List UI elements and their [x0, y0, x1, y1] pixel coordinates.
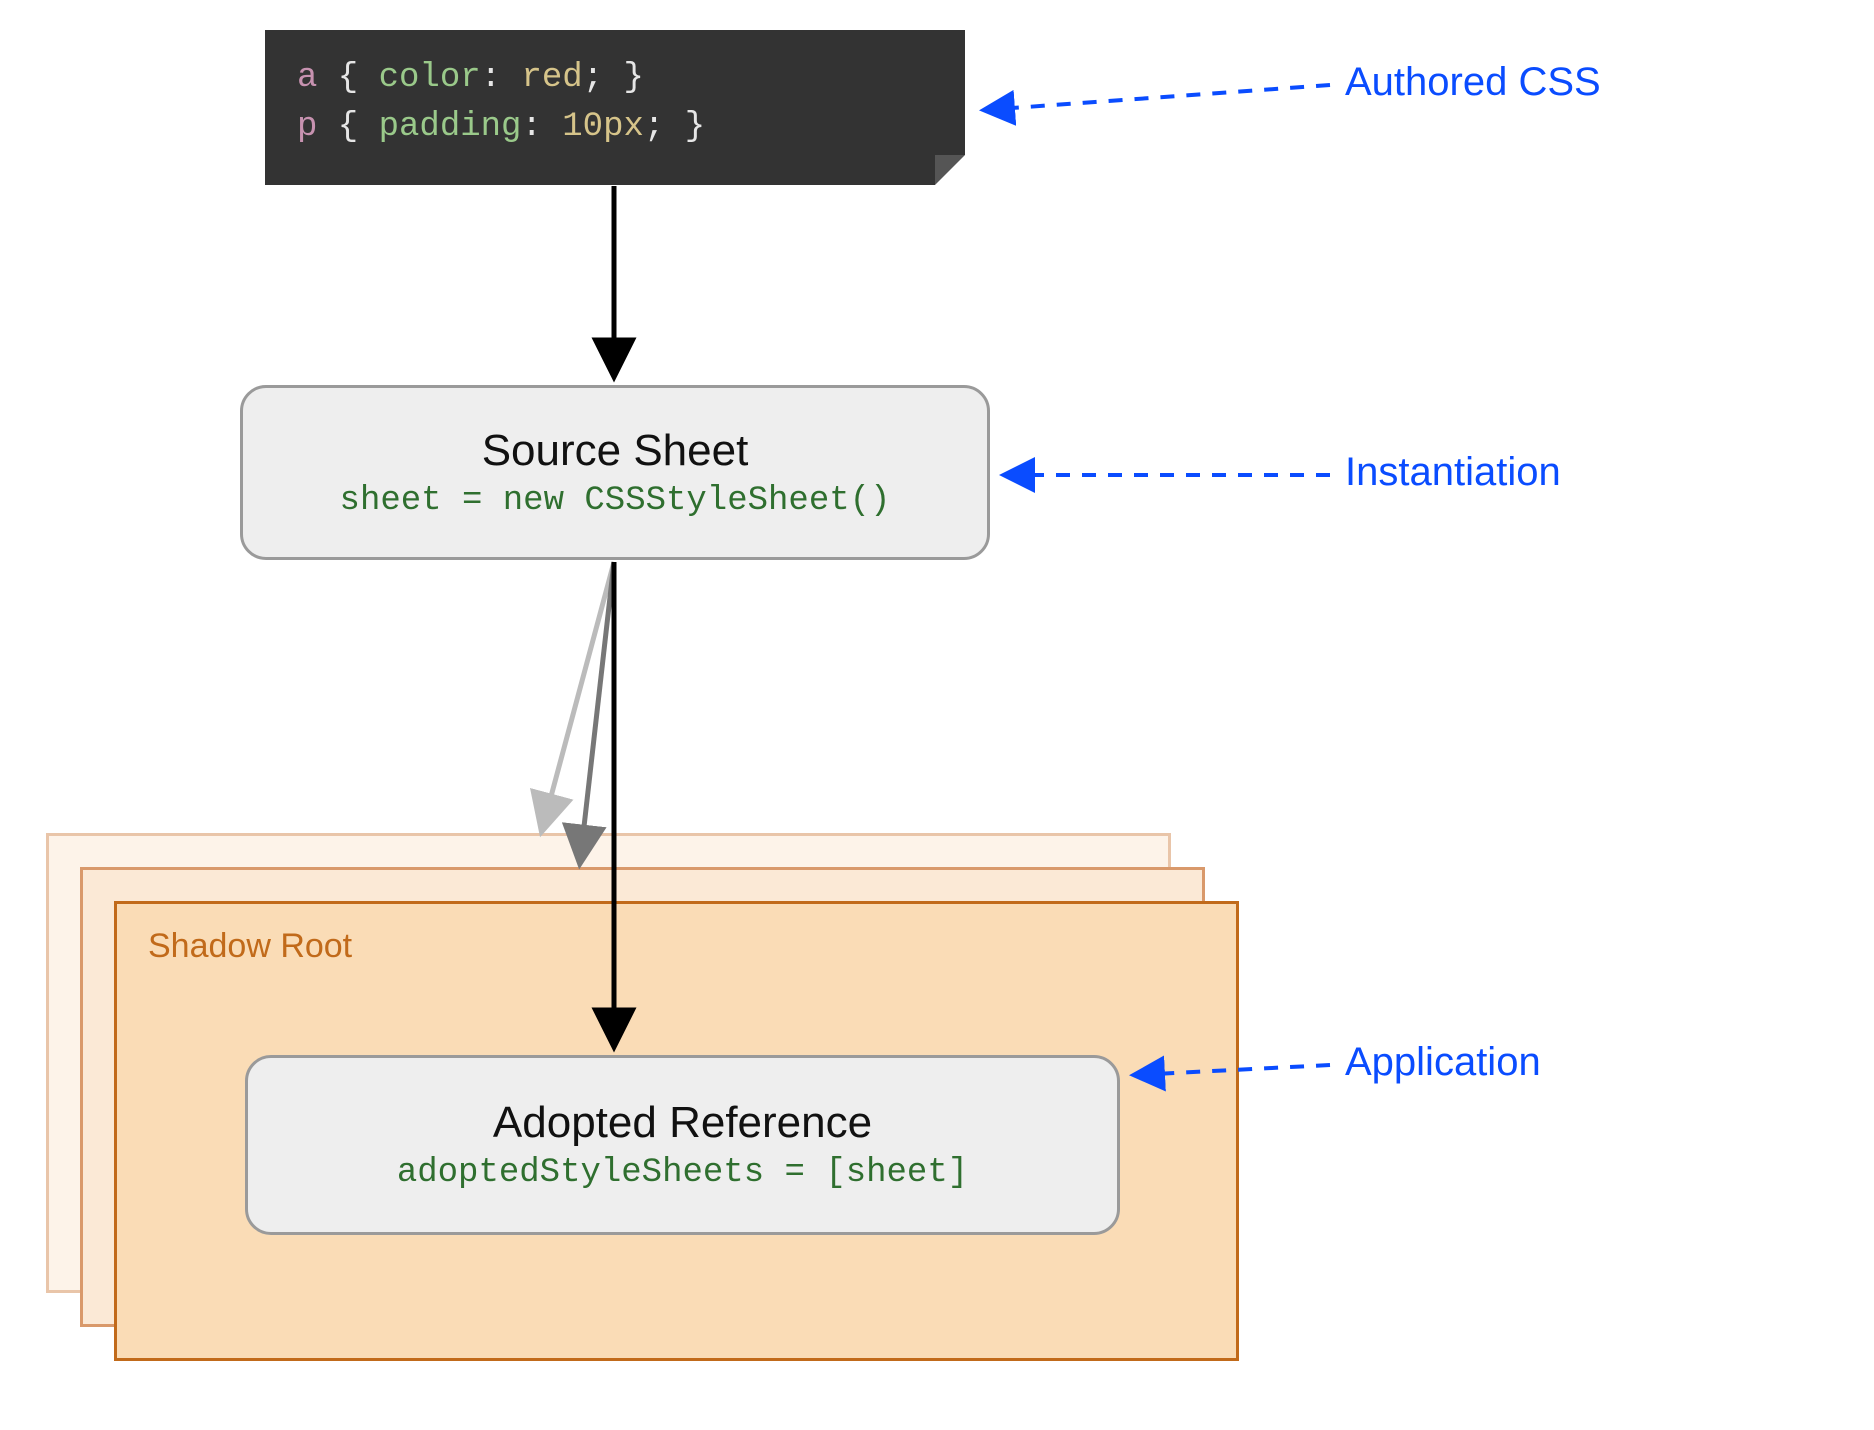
authored-css-codebox: a { color: red; } p { padding: 10px; }	[265, 30, 965, 185]
code-selector: a	[297, 59, 317, 97]
annotation-authored-css: Authored CSS	[1345, 60, 1601, 105]
source-sheet-title: Source Sheet	[482, 426, 749, 476]
annotation-arrow-authored	[985, 85, 1330, 110]
diagram-canvas: a { color: red; } p { padding: 10px; } S…	[0, 0, 1874, 1430]
code-line-1: a { color: red; }	[297, 54, 933, 103]
code-selector: p	[297, 108, 317, 146]
source-sheet-box: Source Sheet sheet = new CSSStyleSheet()	[240, 385, 990, 560]
adopted-reference-box: Adopted Reference adoptedStyleSheets = […	[245, 1055, 1120, 1235]
code-line-2: p { padding: 10px; }	[297, 103, 933, 152]
page-fold-icon	[935, 155, 965, 185]
adopted-reference-title: Adopted Reference	[493, 1098, 872, 1148]
shadow-root-label: Shadow Root	[148, 927, 352, 966]
source-sheet-code: sheet = new CSSStyleSheet()	[340, 482, 891, 520]
adopted-reference-code: adoptedStyleSheets = [sheet]	[397, 1154, 968, 1192]
arrow-source-to-shadow-3	[542, 562, 614, 830]
annotation-application: Application	[1345, 1040, 1541, 1085]
annotation-instantiation: Instantiation	[1345, 450, 1561, 495]
arrow-source-to-shadow-2	[580, 562, 614, 862]
